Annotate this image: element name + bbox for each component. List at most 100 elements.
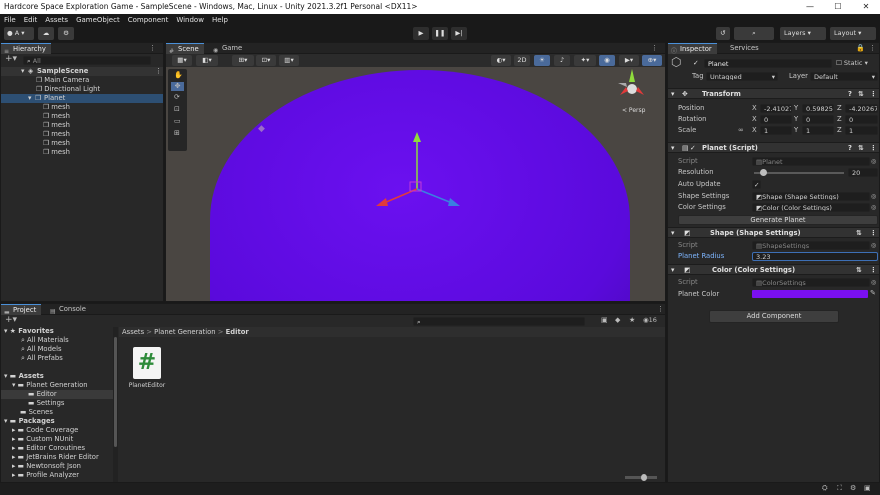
- color-settings-header[interactable]: ▾ ◩ Color (Color Settings) ⇅ ⋮: [668, 264, 879, 275]
- breadcrumb-item[interactable]: Planet Generation: [154, 328, 215, 336]
- favorite-item[interactable]: ⌕ All Materials: [21, 336, 69, 345]
- presets-icon[interactable]: ⇅: [858, 89, 864, 99]
- menu-gameobject[interactable]: GameObject: [72, 16, 124, 24]
- filter-by-label-icon[interactable]: ◆: [615, 316, 620, 325]
- rotate-tool-icon[interactable]: ⟳: [174, 93, 180, 102]
- planet-script-header[interactable]: ▾ ▤ ✓ Planet (Script) ? ⇅ ⋮: [668, 142, 879, 153]
- add-icon[interactable]: +▾: [5, 316, 17, 325]
- hierarchy-item-mesh[interactable]: ❒ mesh: [43, 139, 70, 148]
- component-menu-icon[interactable]: ⋮: [870, 265, 877, 275]
- color-settings-field[interactable]: ◩Color (Color Settings): [752, 203, 870, 212]
- slider-handle[interactable]: [760, 169, 767, 176]
- breadcrumb-item[interactable]: Editor: [226, 328, 249, 336]
- perspective-label[interactable]: < Persp: [622, 107, 645, 114]
- pivot-icon[interactable]: ⊡▾: [256, 55, 276, 66]
- favorite-item[interactable]: ⌕ All Prefabs: [21, 354, 63, 363]
- slider-handle[interactable]: [641, 474, 647, 481]
- minimize-icon[interactable]: —: [796, 0, 824, 14]
- scale-y-field[interactable]: 1: [802, 126, 834, 135]
- scene-viewport[interactable]: ◆ < Persp ✋ ✥ ⟳ ⊡ ▭ ⊞: [166, 67, 665, 301]
- package-item[interactable]: ▸ ▬ Editor Coroutines: [12, 444, 85, 453]
- snap-icon[interactable]: ⊞▾: [232, 55, 254, 66]
- menu-component[interactable]: Component: [124, 16, 173, 24]
- hierarchy-search-input[interactable]: ⌕ All: [23, 56, 151, 65]
- rotation-z-field[interactable]: 0: [845, 115, 878, 124]
- tab-services[interactable]: Services: [718, 43, 764, 54]
- maximize-icon[interactable]: ☐: [824, 0, 852, 14]
- component-menu-icon[interactable]: ⋮: [870, 89, 877, 99]
- object-name-input[interactable]: Planet: [704, 59, 832, 68]
- help-icon[interactable]: ?: [848, 89, 852, 99]
- menu-edit[interactable]: Edit: [20, 16, 42, 24]
- tab-scene[interactable]: # Scene: [166, 43, 204, 55]
- scene-row[interactable]: ▾ ◈ SampleScene ⋮: [1, 67, 163, 76]
- assets-folder[interactable]: ▾ ▬ Assets: [4, 372, 44, 381]
- hierarchy-item-mesh[interactable]: ❒ mesh: [43, 121, 70, 130]
- notifications-icon[interactable]: ▣: [864, 484, 871, 493]
- scale-tool-icon[interactable]: ⊡: [174, 105, 180, 114]
- object-picker-icon[interactable]: ◎: [871, 278, 876, 287]
- lighting-icon[interactable]: ☀: [534, 55, 550, 66]
- effects-icon[interactable]: ✦▾: [574, 55, 596, 66]
- generate-planet-button[interactable]: Generate Planet: [678, 215, 878, 225]
- favorite-item[interactable]: ⌕ All Models: [21, 345, 62, 354]
- hierarchy-item-mesh[interactable]: ❒ mesh: [43, 103, 70, 112]
- folder-settings[interactable]: ▬ Settings: [28, 399, 64, 408]
- cloud-icon[interactable]: ☁: [38, 27, 54, 40]
- account-dropdown[interactable]: ● A ▾: [4, 27, 34, 40]
- breadcrumb-item[interactable]: Assets: [122, 328, 144, 336]
- position-x-field[interactable]: -2.41027: [760, 104, 792, 113]
- tag-dropdown[interactable]: Untagged ▾: [706, 72, 778, 81]
- folder-editor[interactable]: ▬ Editor: [1, 390, 113, 399]
- close-icon[interactable]: ✕: [852, 0, 880, 14]
- camera-icon[interactable]: ▶▾: [619, 55, 639, 66]
- menu-window[interactable]: Window: [172, 16, 208, 24]
- hierarchy-item-directional-light[interactable]: ❒ Directional Light: [36, 85, 100, 94]
- move-gizmo-icon[interactable]: [366, 127, 476, 227]
- hierarchy-item-mesh[interactable]: ❒ mesh: [43, 112, 70, 121]
- planet-radius-field[interactable]: 3.23: [752, 252, 878, 261]
- presets-icon[interactable]: ⇅: [858, 143, 864, 153]
- more-options-icon[interactable]: ⋮: [657, 305, 664, 314]
- planet-color-swatch[interactable]: [752, 290, 868, 298]
- hidden-packages-count[interactable]: ◉16: [643, 316, 657, 325]
- filter-by-type-icon[interactable]: ▣: [601, 316, 608, 325]
- pause-button[interactable]: ❚❚: [432, 27, 448, 40]
- package-item[interactable]: ▸ ▬ Profile Analyzer: [12, 471, 79, 480]
- bake-icon[interactable]: ⛭: [822, 484, 828, 493]
- visibility-icon[interactable]: ◉: [599, 55, 615, 66]
- lock-icon[interactable]: 🔒: [856, 44, 865, 53]
- history-icon[interactable]: ↺: [716, 27, 730, 40]
- move-tool-icon[interactable]: ✥: [171, 82, 184, 91]
- resolution-slider[interactable]: [754, 169, 844, 176]
- more-options-icon[interactable]: ⋮: [149, 44, 156, 53]
- object-picker-icon[interactable]: ◎: [871, 203, 876, 212]
- layer-dropdown[interactable]: Default ▾: [810, 72, 878, 81]
- orientation-gizmo-icon[interactable]: [614, 69, 650, 109]
- hierarchy-item-mesh[interactable]: ❒ mesh: [43, 130, 70, 139]
- package-item[interactable]: ▸ ▬ JetBrains Rider Editor: [12, 453, 99, 462]
- more-options-icon[interactable]: ⋮: [869, 44, 876, 53]
- add-component-button[interactable]: Add Component: [709, 310, 839, 323]
- audio-icon[interactable]: ♪: [554, 55, 570, 66]
- component-menu-icon[interactable]: ⋮: [870, 228, 877, 238]
- help-icon[interactable]: ?: [848, 143, 852, 153]
- hierarchy-item-main-camera[interactable]: ❒ Main Camera: [36, 76, 89, 85]
- enabled-checkbox[interactable]: ✓: [690, 143, 696, 153]
- tab-console[interactable]: ▤ Console: [47, 304, 91, 315]
- step-button[interactable]: ▶|: [451, 27, 467, 40]
- rotation-x-field[interactable]: 0: [760, 115, 792, 124]
- gizmo-icon[interactable]: ◧▾: [196, 55, 218, 66]
- object-picker-icon[interactable]: ◎: [871, 157, 876, 166]
- rotation-y-field[interactable]: 0: [802, 115, 834, 124]
- transform-header[interactable]: ▾ ✥ Transform ? ⇅ ⋮: [668, 88, 879, 99]
- presets-icon[interactable]: ⇅: [856, 228, 862, 238]
- folder-planet-generation[interactable]: ▾ ▬ Planet Generation: [12, 381, 88, 390]
- tab-hierarchy[interactable]: ≡ Hierarchy: [1, 43, 51, 55]
- folder-scenes[interactable]: ▬ Scenes: [20, 408, 53, 417]
- layout-dropdown[interactable]: Layout ▾: [830, 27, 876, 40]
- add-icon[interactable]: +▾: [5, 55, 17, 64]
- package-item[interactable]: ▸ ▬ Code Coverage: [12, 426, 78, 435]
- settings-icon[interactable]: ⚙: [850, 484, 856, 493]
- resolution-field[interactable]: 20: [848, 168, 878, 177]
